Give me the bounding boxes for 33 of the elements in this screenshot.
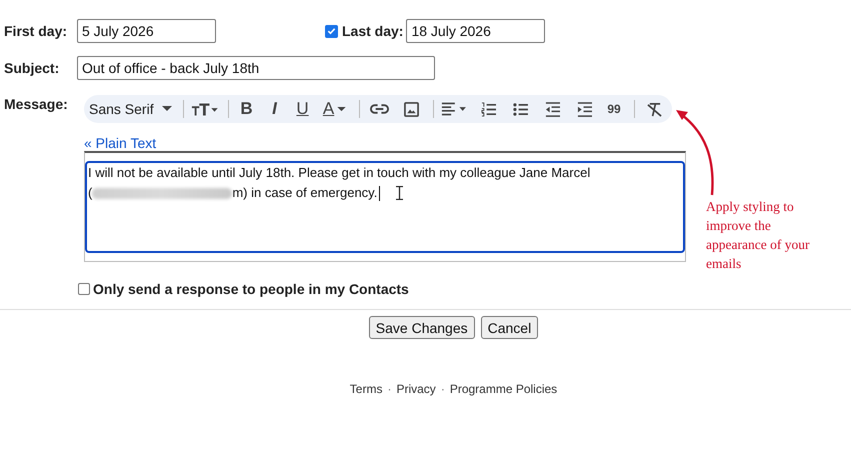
message-text-area[interactable]: I will not be available until July 18th. Please get in touch with my colleague Jane Marcel ( m) in case of emergency. — [85, 161, 685, 253]
footer-link[interactable]: Privacy — [396, 382, 436, 396]
annotation-text: Apply styling to improve the appearance of your emails — [706, 198, 810, 273]
last-day-label: Last day: — [342, 23, 404, 39]
underline-button[interactable]: U — [290, 97, 316, 121]
cancel-button[interactable]: Cancel — [480, 316, 538, 339]
footer-link[interactable]: Terms — [350, 382, 382, 396]
first-day-label: First day: — [4, 23, 68, 39]
bold-button[interactable]: B — [234, 97, 260, 121]
caret-icon — [162, 106, 172, 112]
message-label: Message: — [4, 95, 69, 114]
message-line: I will not be available until July 18th. Please get in touch with my colleague Jane Marcel — [88, 164, 592, 182]
separator: · — [440, 382, 446, 396]
first-day-field[interactable]: 5 July 2026 — [77, 19, 216, 43]
contacts-only-checkbox[interactable] — [78, 283, 90, 295]
contacts-only-label: Only send a response to people in my Contacts — [93, 281, 409, 297]
message-text: ( — [88, 184, 92, 202]
plain-text-link[interactable]: « Plain Text — [84, 135, 686, 151]
quote-button[interactable]: 99 — [601, 97, 628, 121]
save-changes-button[interactable]: Save Changes — [368, 316, 475, 339]
message-text: m) in case of emergency. — [232, 184, 378, 202]
caret-icon — [337, 106, 346, 112]
italic-button[interactable]: I — [262, 97, 288, 121]
subject-label: Subject: — [4, 60, 60, 76]
font-select[interactable]: Sans Serif — [89, 97, 176, 121]
text-color-button[interactable]: A — [318, 97, 352, 121]
separator: · — [386, 382, 392, 396]
footer-link[interactable]: Programme Policies — [450, 382, 558, 396]
text-cursor — [379, 186, 380, 200]
i-beam-cursor-icon — [396, 186, 404, 200]
last-day-field[interactable]: 18 July 2026 — [406, 19, 546, 43]
subject-field[interactable]: Out of office - back July 18th — [77, 56, 435, 80]
last-day-checkbox[interactable] — [325, 24, 338, 38]
